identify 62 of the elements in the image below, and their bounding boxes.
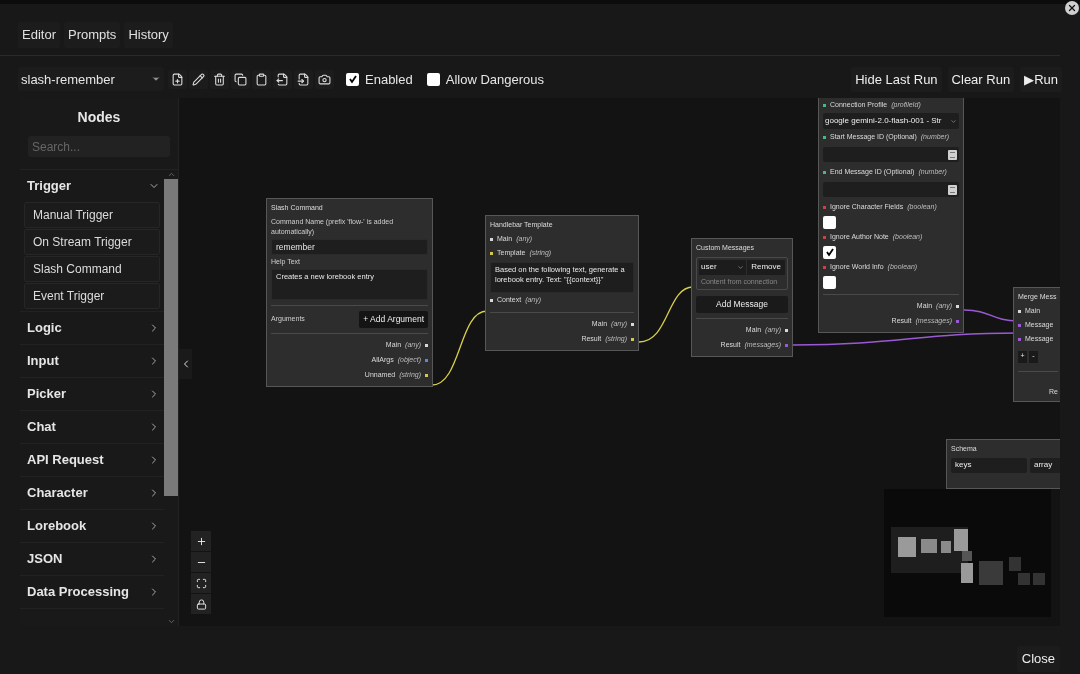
category-header[interactable]: Lorebook	[20, 510, 164, 542]
category-header[interactable]: Picker	[20, 378, 164, 410]
flow-select[interactable]: slash-remember	[18, 67, 164, 92]
sidebar-title: Nodes	[76, 108, 122, 127]
chevron-down-icon[interactable]	[950, 117, 957, 125]
allow-dangerous-checkbox[interactable]	[426, 72, 440, 86]
file-import-icon[interactable]	[294, 69, 313, 89]
text-field[interactable]: keys	[951, 457, 1027, 473]
add-message-button[interactable]: Add Message	[696, 296, 788, 313]
collapse-sidebar-button[interactable]	[179, 349, 192, 379]
minimap[interactable]	[884, 489, 1051, 617]
lock-icon[interactable]	[191, 594, 211, 614]
number-field[interactable]	[823, 147, 959, 162]
node-type-item[interactable]: Manual Trigger	[24, 202, 160, 228]
checkbox[interactable]	[823, 215, 836, 229]
checkbox[interactable]	[823, 275, 836, 289]
tab[interactable]: History	[124, 22, 173, 48]
toolbar-button[interactable]: Clear Run	[947, 66, 1015, 92]
category-header[interactable]: JSON	[20, 543, 164, 575]
text-field[interactable]: remember	[271, 238, 428, 256]
flow-node[interactable]	[818, 98, 964, 333]
zoom-in-icon[interactable]	[191, 531, 211, 551]
close-button[interactable]: Close	[1016, 646, 1060, 672]
add-argument-button[interactable]: + Add Argument	[359, 311, 428, 328]
category-header[interactable]: Chat	[20, 411, 164, 443]
camera-icon[interactable]	[315, 69, 334, 89]
scroll-down-icon[interactable]	[166, 617, 176, 626]
chevron-down-icon[interactable]	[737, 263, 745, 271]
spinner-icon[interactable]	[948, 149, 957, 160]
checkbox-label: Allow Dangerous	[445, 70, 544, 89]
category-header[interactable]: Data Processing	[20, 576, 164, 608]
category-header[interactable]: Logic	[20, 312, 164, 344]
trash-icon[interactable]	[210, 69, 229, 89]
remove-button[interactable]: Remove	[747, 259, 785, 275]
profile-select[interactable]: google gemini-2.0-flash-001 - Str	[823, 113, 959, 129]
tab[interactable]: Prompts	[63, 22, 121, 48]
category-header[interactable]: Trigger	[20, 170, 164, 202]
close-icon[interactable]	[1065, 1, 1079, 15]
pencil-icon[interactable]	[189, 69, 208, 89]
node-type-item[interactable]: On Stream Trigger	[24, 229, 160, 255]
category-header[interactable]: Character	[20, 477, 164, 509]
copy-icon[interactable]	[231, 69, 250, 89]
file-export-icon[interactable]	[273, 69, 292, 89]
text-field[interactable]: array	[1030, 457, 1060, 473]
toolbar-button[interactable]: Hide Last Run	[851, 66, 942, 92]
spinner-icon[interactable]	[948, 184, 957, 195]
checkbox-label: Enabled	[365, 70, 413, 89]
role-select[interactable]: user	[699, 259, 747, 275]
clipboard-icon[interactable]	[252, 69, 271, 89]
file-plus-icon[interactable]	[168, 69, 187, 89]
category-header[interactable]: Input	[20, 345, 164, 377]
scrollbar[interactable]	[164, 170, 178, 626]
node-type-item[interactable]: Slash Command	[24, 256, 160, 282]
toolbar-button[interactable]: ▶Run	[1020, 66, 1062, 92]
connector-line	[638, 286, 694, 343]
number-field[interactable]	[823, 182, 959, 197]
enabled-checkbox[interactable]	[346, 72, 359, 86]
checkbox[interactable]	[823, 245, 836, 259]
fit-view-icon[interactable]	[191, 573, 211, 593]
tab[interactable]: Editor	[18, 22, 60, 48]
node-type-item[interactable]: Event Trigger	[24, 283, 160, 309]
category-header[interactable]: API Request	[20, 444, 164, 476]
